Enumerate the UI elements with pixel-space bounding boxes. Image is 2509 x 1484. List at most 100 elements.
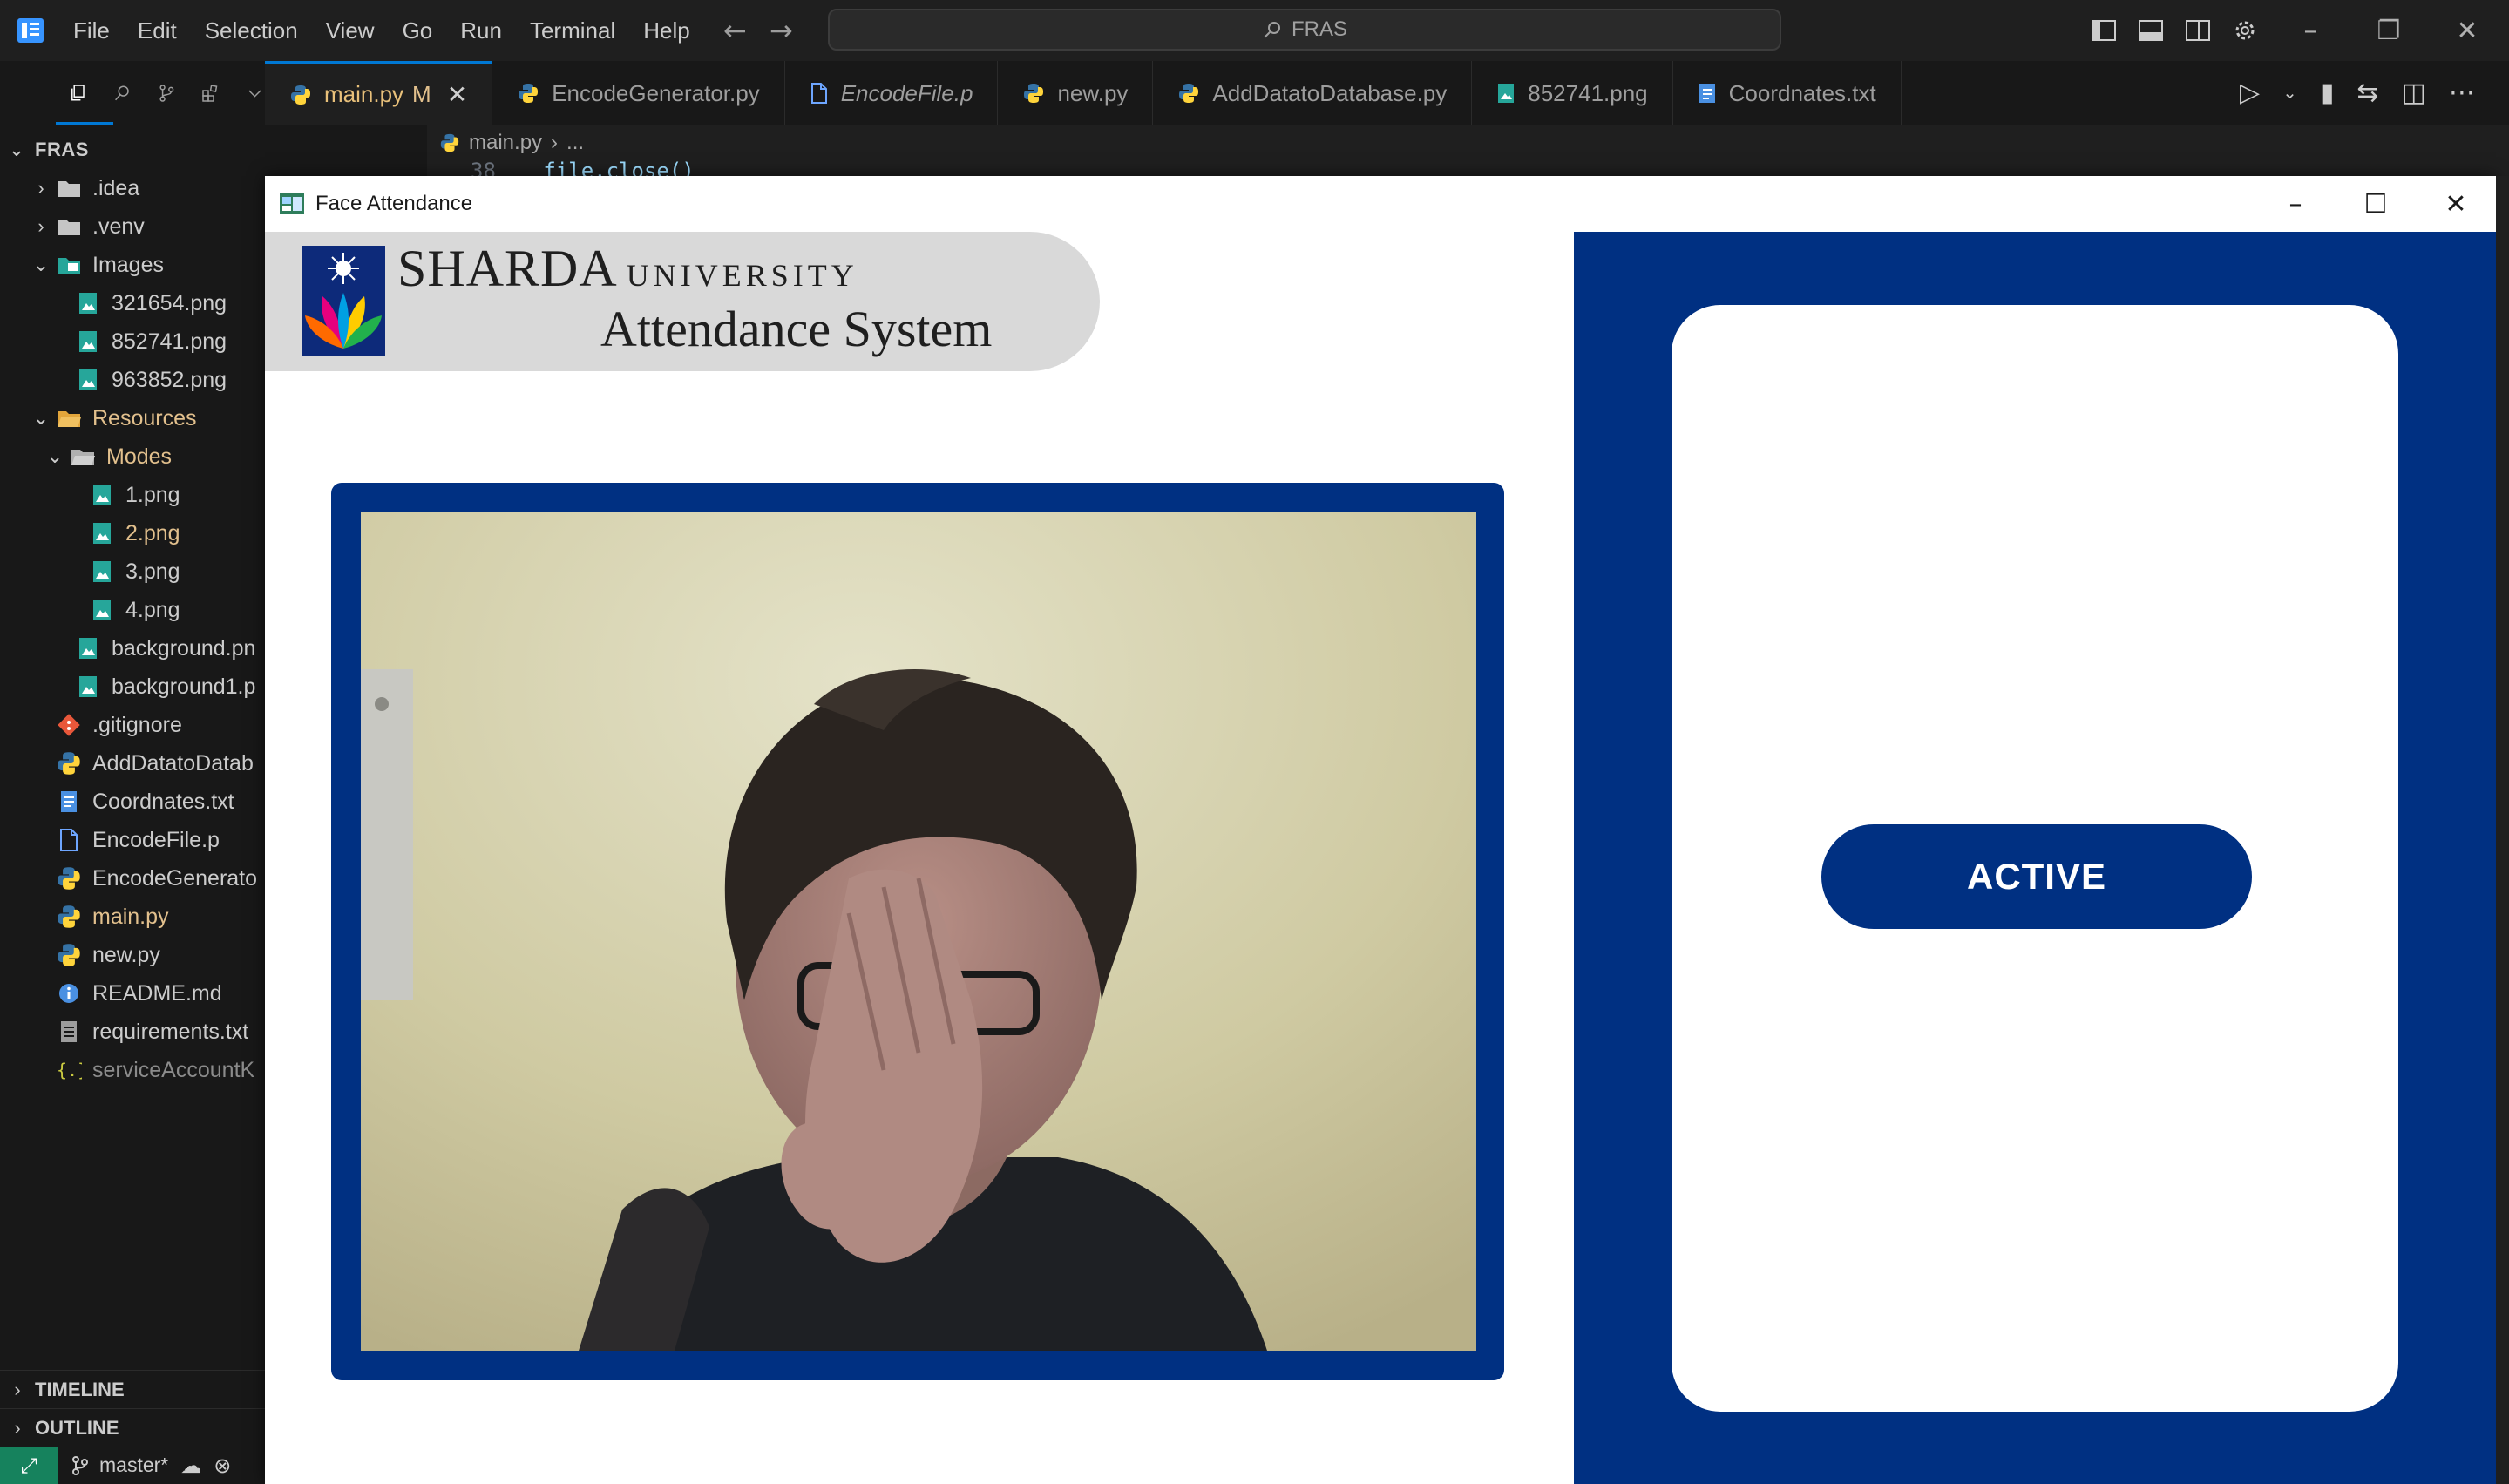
image-icon <box>93 523 111 544</box>
tree-item-main-py[interactable]: main.py <box>0 898 169 936</box>
timeline-section[interactable]: › TIMELINE <box>0 1370 265 1409</box>
source-control-icon[interactable] <box>157 77 177 110</box>
tree-item-1-png[interactable]: 1.png <box>0 476 180 514</box>
tree-item-new-py[interactable]: new.py <box>0 936 160 974</box>
tab-encodefile-p[interactable]: EncodeFile.p <box>785 61 999 125</box>
settings-gear-icon[interactable] <box>2231 17 2259 44</box>
minimize-icon[interactable]: – <box>2271 16 2350 46</box>
python-icon <box>1179 84 1199 103</box>
vscode-titlebar: File Edit Selection View Go Run Terminal… <box>0 0 2509 61</box>
maximize-icon[interactable]: ☐ <box>2336 176 2416 232</box>
branch-name: master* <box>99 1454 169 1476</box>
tree-item-images[interactable]: ⌄ Images <box>0 246 164 284</box>
tree-item-background1-png[interactable]: background1.p <box>0 667 255 706</box>
tab-encodegenerator-py[interactable]: EncodeGenerator.py <box>492 61 785 125</box>
close-icon[interactable]: ✕ <box>2428 16 2506 46</box>
restore-icon[interactable]: ❐ <box>2350 16 2428 46</box>
toggle-primary-sidebar-icon[interactable] <box>2090 17 2118 44</box>
tree-item-background-png[interactable]: background.pn <box>0 629 255 667</box>
tree-item-serviceaccountkey[interactable]: {.} serviceAccountK <box>0 1051 254 1089</box>
menu-run[interactable]: Run <box>446 17 516 44</box>
back-arrow-icon[interactable]: ← <box>723 14 747 47</box>
image-icon <box>79 676 97 697</box>
python-icon <box>291 85 310 105</box>
chevron-down-icon: ⌄ <box>32 407 50 429</box>
tree-item-venv[interactable]: › .venv <box>0 207 144 246</box>
info-icon <box>59 984 78 1003</box>
tree-item-encodefile-p[interactable]: EncodeFile.p <box>0 821 220 859</box>
tree-item-adddatatodatabase[interactable]: AddDatatoDatab <box>0 744 254 783</box>
menu-selection[interactable]: Selection <box>191 17 312 44</box>
tree-item-4-png[interactable]: 4.png <box>0 591 180 629</box>
tree-item-gitignore[interactable]: .gitignore <box>0 706 182 744</box>
tree-item-3-png[interactable]: 3.png <box>0 552 180 591</box>
search-icon <box>1264 22 1280 38</box>
tab-coordnates-txt[interactable]: Coordnates.txt <box>1673 61 1902 125</box>
tree-item-2-png[interactable]: 2.png <box>0 514 180 552</box>
search-view-icon[interactable] <box>112 77 132 110</box>
folder-icon <box>58 220 80 235</box>
image-icon <box>93 561 111 582</box>
tab-852741-png[interactable]: 852741.png <box>1472 61 1673 125</box>
menu-terminal[interactable]: Terminal <box>516 17 629 44</box>
vscode-layout-icon[interactable] <box>16 16 45 45</box>
toggle-secondary-sidebar-icon[interactable] <box>2184 17 2212 44</box>
sync-cloud-icon[interactable]: ☁ <box>180 1454 201 1478</box>
close-tab-icon[interactable]: ✕ <box>447 80 467 109</box>
webcam-person-image <box>361 512 1476 1351</box>
tab-main-py[interactable]: main.py M ✕ <box>265 61 493 125</box>
debug-bottle-icon[interactable]: ▮ <box>2320 78 2335 108</box>
extensions-icon[interactable] <box>200 77 220 110</box>
chevron-down-icon[interactable]: ⌄ <box>2282 82 2297 103</box>
tab-label: EncodeGenerator.py <box>552 79 760 106</box>
editor-scroll-edge <box>2496 176 2509 1484</box>
git-branch[interactable]: master* <box>58 1454 168 1477</box>
python-icon <box>440 133 459 152</box>
close-icon[interactable]: ✕ <box>2416 176 2496 232</box>
breadcrumb: main.py › ... <box>439 125 584 160</box>
text-file-icon <box>1699 84 1715 103</box>
more-actions-icon[interactable]: ⋯ <box>2449 78 2475 108</box>
split-editor-icon[interactable]: ◫ <box>2402 78 2426 108</box>
tree-item-963852-png[interactable]: 963852.png <box>0 361 227 399</box>
tree-item-encodegenerator[interactable]: EncodeGenerato <box>0 859 257 898</box>
tree-item-readme-md[interactable]: README.md <box>0 974 222 1013</box>
tab-new-py[interactable]: new.py <box>998 61 1154 125</box>
compare-changes-icon[interactable]: ⇆ <box>2356 78 2378 108</box>
tab-adddatatodatabase-py[interactable]: AddDatatoDatabase.py <box>1153 61 1473 125</box>
minimize-icon[interactable]: – <box>2255 176 2336 232</box>
tree-item-852741-png[interactable]: 852741.png <box>0 322 227 361</box>
menu-go[interactable]: Go <box>389 17 447 44</box>
explorer-root[interactable]: ⌄ FRAS <box>0 131 89 169</box>
menu-help[interactable]: Help <box>629 17 703 44</box>
forward-arrow-icon[interactable]: → <box>770 14 793 47</box>
chevron-down-icon: ⌄ <box>32 254 50 275</box>
tree-item-321654-png[interactable]: 321654.png <box>0 284 227 322</box>
toggle-panel-icon[interactable] <box>2137 17 2165 44</box>
chevron-down-icon[interactable] <box>245 77 265 110</box>
tree-item-requirements-txt[interactable]: requirements.txt <box>0 1013 248 1051</box>
breadcrumb-file[interactable]: main.py <box>469 131 542 155</box>
tree-item-resources[interactable]: ⌄ Resources <box>0 399 197 437</box>
run-icon[interactable]: ▷ <box>2240 78 2260 108</box>
menu-view[interactable]: View <box>312 17 389 44</box>
chevron-right-icon: › <box>551 131 559 154</box>
remote-indicator-icon[interactable]: ⤢ <box>0 1447 58 1484</box>
tree-item-coordnates-txt[interactable]: Coordnates.txt <box>0 783 234 821</box>
navigation-arrows: ← → <box>723 12 793 49</box>
tree-item-modes[interactable]: ⌄ Modes <box>0 437 172 476</box>
face-attendance-titlebar: Face Attendance – ☐ ✕ <box>265 176 2496 233</box>
json-icon: {.} <box>57 1060 82 1081</box>
chevron-down-icon: ⌄ <box>46 445 64 467</box>
menu-file[interactable]: File <box>59 17 124 44</box>
explorer-files-icon[interactable] <box>68 77 88 110</box>
menu-edit[interactable]: Edit <box>124 17 191 44</box>
command-center-search[interactable]: FRAS <box>828 9 1781 51</box>
tree-item-idea[interactable]: › .idea <box>0 169 139 207</box>
python-icon <box>1024 84 1044 103</box>
status-bar: ⤢ master* ☁ ⊗ <box>0 1447 265 1484</box>
outline-section[interactable]: › OUTLINE <box>0 1408 265 1447</box>
chevron-right-icon: › <box>14 1417 21 1439</box>
error-circle-icon[interactable]: ⊗ <box>214 1454 231 1478</box>
breadcrumb-rest[interactable]: ... <box>566 131 584 155</box>
